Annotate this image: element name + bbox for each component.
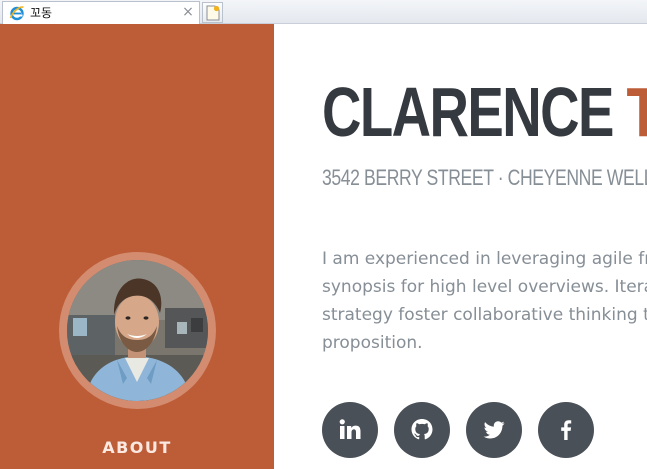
github-button[interactable] (394, 402, 450, 458)
bio-line: proposition. (322, 333, 423, 353)
bio-line: synopsis for high level overviews. Itera (322, 277, 647, 297)
linkedin-button[interactable] (322, 402, 378, 458)
profile-photo (67, 260, 208, 401)
first-name: CLARENCE (322, 73, 614, 151)
tab-title: 꼬동 (30, 6, 53, 20)
close-tab-button[interactable]: × (181, 4, 195, 20)
new-tab-icon (206, 5, 220, 21)
new-tab-button[interactable] (202, 2, 223, 23)
avatar-ring (59, 252, 216, 409)
facebook-button[interactable] (538, 402, 594, 458)
main-content: CLARENCE T 3542 BERRY STREET · CHEYENNE … (274, 24, 647, 469)
twitter-button[interactable] (466, 402, 522, 458)
linkedin-icon (339, 419, 361, 439)
ie-browser-icon (9, 5, 25, 21)
bio-line: I am experienced in leveraging agile fr (322, 249, 647, 269)
address-line: 3542 BERRY STREET · CHEYENNE WELLS, CO 8… (322, 165, 647, 190)
twitter-icon (483, 421, 505, 439)
browser-tab[interactable]: 꼬동 × (2, 1, 200, 24)
facebook-icon (561, 420, 572, 440)
github-icon (411, 419, 433, 440)
social-links (322, 402, 610, 458)
last-name: T (626, 73, 647, 151)
bio-line: strategy foster collaborative thinking t… (322, 305, 647, 325)
page-title: CLARENCE T (322, 72, 647, 152)
bio-paragraph: I am experienced in leveraging agile fr … (322, 245, 647, 357)
browser-window: 꼬동 × ABOUT CLARENCE 3542 BERRY STREET · … (0, 0, 647, 469)
sidebar: ABOUT (0, 24, 274, 469)
nav-item-about[interactable]: ABOUT (0, 438, 274, 457)
tab-strip: 꼬동 × (0, 0, 647, 24)
avatar (67, 260, 208, 401)
